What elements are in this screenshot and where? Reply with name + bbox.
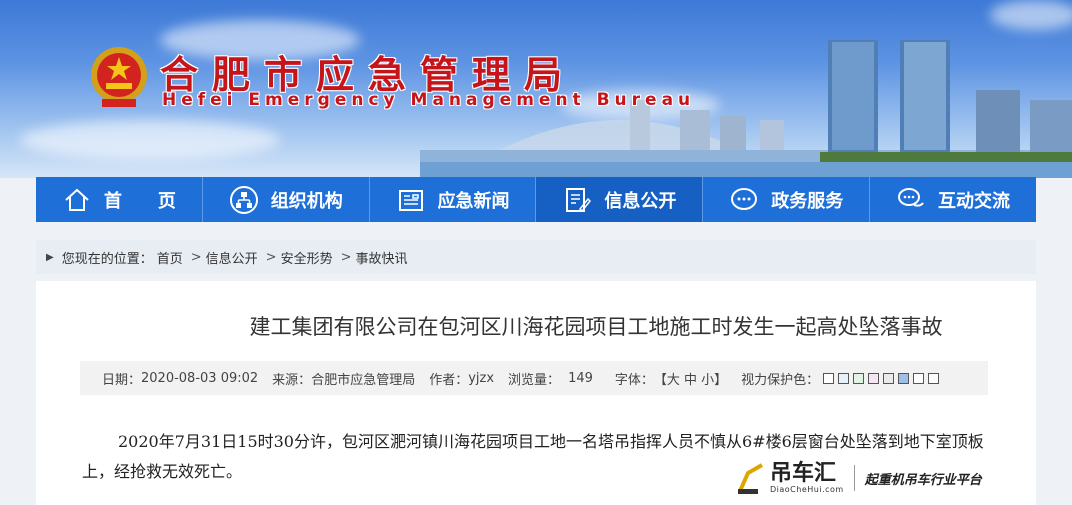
eye-color-swatch[interactable] — [838, 372, 850, 384]
speech-bubbles-icon — [898, 187, 924, 207]
font-size-label: 字体： — [614, 372, 654, 388]
breadcrumb-item-info[interactable]: 信息公开 — [206, 248, 258, 267]
nav-item-interaction[interactable]: 互动交流 — [870, 177, 1036, 222]
watermark-name: 吊车汇 — [770, 460, 837, 486]
views-label: 浏览量： — [508, 372, 561, 388]
eye-color-swatch[interactable] — [913, 372, 925, 384]
eye-color-swatches — [819, 371, 940, 386]
font-size-switcher[interactable]: 【大 中 小】 — [654, 369, 727, 388]
eye-color-swatch[interactable] — [898, 372, 910, 384]
document-edit-icon — [566, 187, 592, 212]
breadcrumb-item-home[interactable]: 首页 — [157, 248, 183, 267]
triangle-right-icon: ▶ — [46, 251, 54, 263]
author-value: yjzx — [468, 370, 495, 386]
watermark: 吊车汇 DiaoCheHui.com 起重机吊车行业平台 — [736, 458, 982, 498]
nav-item-label: 政务服务 — [771, 190, 844, 212]
eye-protection-label: 视力保护色： — [741, 372, 820, 388]
breadcrumb-separator: > — [340, 249, 352, 265]
date-value: 2020-08-03 09:02 — [141, 370, 259, 386]
nav-item-news[interactable]: 应急新闻 — [370, 177, 537, 222]
eye-color-swatch[interactable] — [928, 372, 940, 384]
crane-logo-icon — [738, 463, 763, 494]
nav-item-home[interactable]: 首 页 — [36, 177, 203, 222]
header-banner: 合肥市应急管理局 Hefei Emergency Management Bure… — [0, 0, 1072, 178]
eye-color-swatch[interactable] — [823, 372, 835, 384]
breadcrumb-separator: > — [190, 249, 202, 265]
source-value: 合肥市应急管理局 — [311, 372, 416, 388]
nav-item-label: 互动交流 — [938, 190, 1011, 212]
breadcrumb-item-safety[interactable]: 安全形势 — [281, 248, 333, 267]
breadcrumb-item-accident[interactable]: 事故快讯 — [355, 248, 407, 267]
nav-item-label: 组织机构 — [270, 190, 343, 212]
breadcrumb: ▶ 您现在的位置： 首页 > 信息公开 > 安全形势 > 事故快讯 — [36, 240, 1036, 274]
breadcrumb-separator: > — [265, 249, 277, 265]
watermark-domain: DiaoCheHui.com — [770, 484, 844, 494]
eye-color-swatch[interactable] — [868, 372, 880, 384]
views-value: 149 — [568, 370, 593, 386]
nav-item-label: 首 页 — [103, 190, 176, 212]
newspaper-icon — [398, 189, 423, 211]
watermark-slogan: 起重机吊车行业平台 — [864, 472, 982, 488]
nav-item-gov-services[interactable]: 政务服务 — [703, 177, 871, 222]
nav-item-info-disclosure[interactable]: 信息公开 — [536, 177, 704, 222]
org-chart-icon — [229, 185, 258, 214]
article-meta: 日期： 2020-08-03 09:02 来源： 合肥市应急管理局 作者： yj… — [80, 361, 988, 395]
date-label: 日期： — [102, 372, 142, 388]
cloud-decoration — [990, 0, 1072, 30]
cloud-decoration — [20, 120, 280, 160]
home-icon — [65, 188, 89, 211]
nav-item-organization[interactable]: 组织机构 — [203, 177, 370, 222]
source-label: 来源： — [272, 372, 312, 388]
author-label: 作者： — [429, 372, 469, 388]
main-nav: 首 页 组织机构 应急新闻 信息公开 政务服务 互动交流 — [36, 177, 1036, 222]
chat-bubble-icon — [731, 187, 758, 210]
national-emblem-icon — [91, 47, 147, 107]
eye-color-swatch[interactable] — [853, 372, 865, 384]
site-title-english: Hefei Emergency Management Bureau — [162, 90, 696, 110]
divider — [853, 465, 855, 491]
nav-item-label: 应急新闻 — [437, 190, 510, 212]
eye-color-swatch[interactable] — [883, 372, 895, 384]
nav-item-label: 信息公开 — [604, 190, 677, 212]
article-title: 建工集团有限公司在包河区川海花园项目工地施工时发生一起高处坠落事故 — [249, 315, 943, 339]
breadcrumb-prefix: 您现在的位置： — [61, 251, 153, 267]
